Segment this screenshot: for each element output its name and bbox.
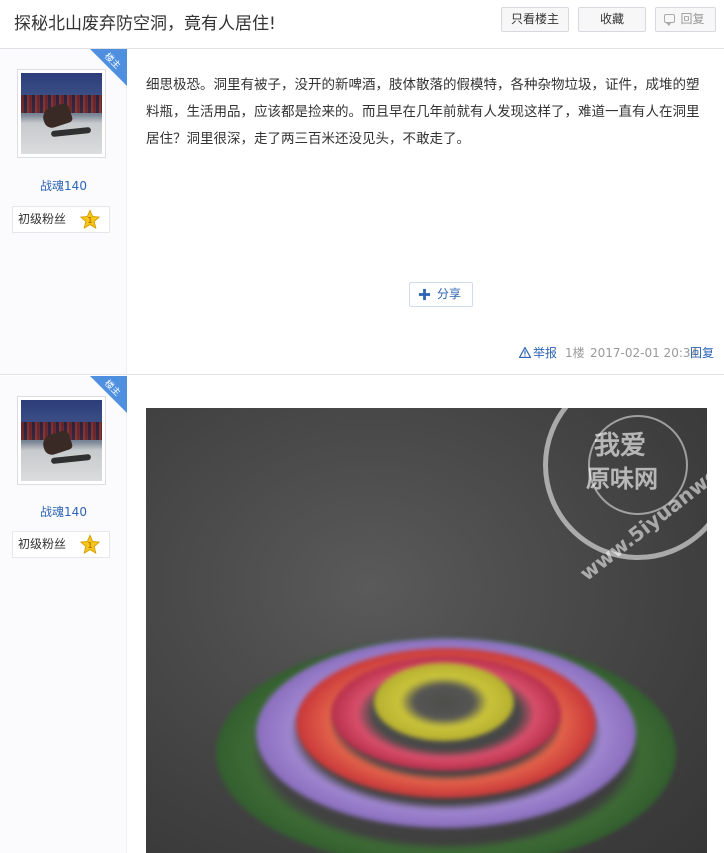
favorite-button[interactable]: 收藏 [578, 7, 646, 32]
level-title: 初级粉丝 [18, 537, 67, 551]
post-time: 2017-02-01 20:34 [590, 346, 699, 360]
warning-icon [519, 347, 531, 358]
star-icon: 1 [79, 209, 101, 229]
report-label: 举报 [533, 346, 558, 360]
avatar[interactable] [17, 396, 106, 485]
comment-icon [664, 14, 675, 26]
avatar-image [21, 400, 102, 481]
only-op-button[interactable]: 只看楼主 [501, 7, 569, 32]
reply-link[interactable]: 回复 [690, 345, 714, 361]
share-label: 分享 [437, 287, 462, 301]
author-sidebar: 楼主 战魂140 初级粉丝 1 [0, 49, 127, 374]
thread-header: 探秘北山废弃防空洞，竟有人居住! 只看楼主 收藏 回复 [0, 0, 724, 49]
author-sidebar: 楼主 战魂140 初级粉丝 1 [0, 376, 127, 853]
thread-title: 探秘北山废弃防空洞，竟有人居住! [14, 14, 276, 34]
watermark-line1: 我爱 [594, 431, 647, 461]
post-2: 楼主 战魂140 初级粉丝 1 我爱 原味网 www.5iyuanwei.com [0, 376, 724, 853]
username[interactable]: 战魂140 [0, 177, 127, 194]
reply-button-label: 回复 [680, 12, 705, 26]
wreath-yellow-ring [374, 663, 514, 741]
share-button[interactable]: 分享 [409, 282, 473, 307]
reply-button[interactable]: 回复 [655, 7, 716, 32]
avatar-image [21, 73, 102, 154]
post-photo[interactable]: 我爱 原味网 www.5iyuanwei.com [146, 408, 707, 853]
username[interactable]: 战魂140 [0, 503, 127, 520]
star-icon: 1 [79, 534, 101, 554]
svg-text:1: 1 [87, 216, 92, 225]
report-link[interactable]: 举报 [519, 345, 557, 361]
post-content: 细思极恐。洞里有被子，没开的新啤酒，肢体散落的假模特，各种杂物垃圾，证件，成堆的… [146, 77, 700, 147]
fan-level-badge[interactable]: 初级粉丝 1 [12, 531, 110, 558]
level-title: 初级粉丝 [18, 212, 67, 226]
fan-level-badge[interactable]: 初级粉丝 1 [12, 206, 110, 233]
post-1: 楼主 战魂140 初级粉丝 1 细思极恐。洞里有被子，没开的新啤酒，肢体散落的假… [0, 49, 724, 375]
avatar[interactable] [17, 69, 106, 158]
plus-icon [418, 288, 431, 301]
svg-text:1: 1 [87, 541, 92, 550]
floor-number: 1楼 [565, 346, 585, 360]
site-watermark: 我爱 原味网 www.5iyuanwei.com [543, 408, 707, 585]
watermark-line2: 原味网 [586, 465, 658, 493]
